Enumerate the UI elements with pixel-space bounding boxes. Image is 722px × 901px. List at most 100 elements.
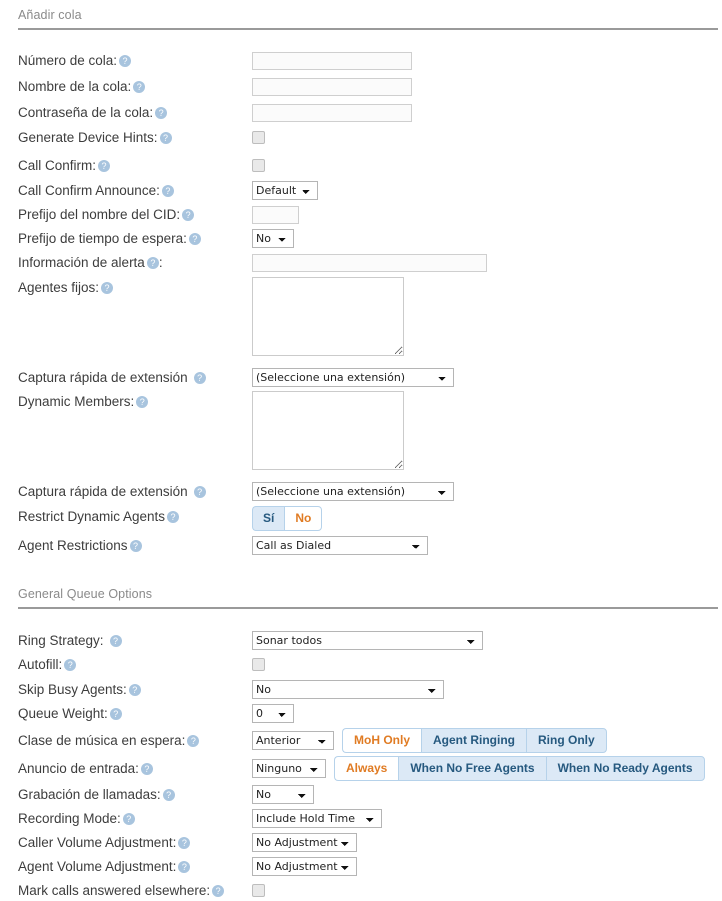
- row-queue-number: Número de cola:?: [0, 50, 722, 71]
- help-icon[interactable]: ?: [109, 635, 122, 647]
- field-music-on-hold: Anterior MoH Only Agent Ringing Ring Onl…: [252, 728, 722, 753]
- help-icon[interactable]: ?: [155, 107, 168, 119]
- help-icon[interactable]: ?: [188, 233, 201, 245]
- row-call-confirm: Call Confirm:?: [0, 155, 722, 176]
- help-icon[interactable]: ?: [101, 282, 114, 294]
- row-generate-device-hints: Generate Device Hints:?: [0, 127, 722, 148]
- help-icon[interactable]: ?: [178, 837, 191, 849]
- quick-pickup-1-select[interactable]: (Seleccione una extensión): [252, 368, 454, 387]
- label-restrict-dynamic-agents: Restrict Dynamic Agents?: [0, 506, 252, 527]
- help-icon[interactable]: ?: [159, 132, 172, 144]
- help-icon[interactable]: ?: [140, 763, 153, 775]
- label-queue-weight-text: Queue Weight:: [18, 706, 108, 721]
- join-announcement-mode-group: Always When No Free Agents When No Ready…: [334, 756, 705, 781]
- help-icon[interactable]: ?: [187, 735, 200, 747]
- row-wait-time-prefix: Prefijo de tiempo de espera:? No: [0, 228, 722, 249]
- label-alert-info: Información de alerta?:: [0, 252, 252, 273]
- wait-time-prefix-select[interactable]: No: [252, 229, 294, 248]
- queue-weight-select[interactable]: 0: [252, 704, 294, 723]
- queue-name-input[interactable]: [252, 77, 412, 96]
- music-on-hold-mode-group: MoH Only Agent Ringing Ring Only: [342, 728, 607, 753]
- join-announcement-option-when-no-free-agents[interactable]: When No Free Agents: [398, 756, 546, 781]
- field-queue-weight: 0: [252, 703, 722, 724]
- help-icon[interactable]: ?: [122, 813, 135, 825]
- help-icon[interactable]: ?: [133, 81, 146, 93]
- label-quick-pickup-2-text: Captura rápida de extensión: [18, 484, 188, 499]
- label-agent-restrictions-text: Agent Restrictions: [18, 538, 128, 553]
- autofill-checkbox[interactable]: [252, 658, 265, 671]
- label-autofill: Autofill:?: [0, 654, 252, 675]
- generate-device-hints-checkbox[interactable]: [252, 131, 265, 144]
- label-static-agents: Agentes fijos:?: [0, 277, 252, 298]
- field-join-announcement: Ninguno Always When No Free Agents When …: [252, 756, 722, 781]
- row-caller-volume: Caller Volume Adjustment:? No Adjustment: [0, 832, 722, 853]
- dynamic-members-textarea[interactable]: [252, 391, 404, 470]
- ring-strategy-select[interactable]: Sonar todos: [252, 631, 483, 650]
- help-icon[interactable]: ?: [193, 486, 206, 498]
- restrict-dynamic-agents-option-yes[interactable]: Sí: [252, 506, 285, 531]
- static-agents-textarea[interactable]: [252, 277, 404, 356]
- help-icon[interactable]: ?: [146, 257, 159, 269]
- label-caller-volume-text: Caller Volume Adjustment:: [18, 835, 177, 850]
- label-agent-volume-text: Agent Volume Adjustment:: [18, 859, 177, 874]
- label-recording-mode-text: Recording Mode:: [18, 811, 121, 826]
- row-quick-pickup-1: Captura rápida de extensión? (Seleccione…: [0, 367, 722, 388]
- help-icon[interactable]: ?: [64, 659, 77, 671]
- help-icon[interactable]: ?: [182, 209, 195, 221]
- moh-mode-option-moh-only[interactable]: MoH Only: [342, 728, 421, 753]
- field-call-confirm: [252, 155, 722, 176]
- help-icon[interactable]: ?: [167, 511, 180, 523]
- label-dynamic-members: Dynamic Members:?: [0, 391, 252, 412]
- label-mark-answered-elsewhere-text: Mark calls answered elsewhere:: [18, 883, 211, 898]
- call-confirm-announce-select[interactable]: Default: [252, 181, 318, 200]
- section-header-add-queue: Añadir cola: [0, 8, 722, 22]
- section-header-general-queue-options: General Queue Options: [0, 587, 722, 601]
- skip-busy-agents-select[interactable]: No: [252, 680, 444, 699]
- field-generate-device-hints: [252, 127, 722, 148]
- alert-info-input[interactable]: [252, 253, 487, 272]
- label-alert-info-suffix: :: [158, 255, 163, 270]
- quick-pickup-2-select[interactable]: (Seleccione una extensión): [252, 482, 454, 501]
- help-icon[interactable]: ?: [178, 861, 191, 873]
- cid-name-prefix-input[interactable]: [252, 205, 299, 224]
- label-join-announcement: Anuncio de entrada:?: [0, 756, 252, 781]
- help-icon[interactable]: ?: [109, 708, 122, 720]
- music-on-hold-class-select[interactable]: Anterior: [252, 731, 334, 750]
- help-icon[interactable]: ?: [193, 372, 206, 384]
- row-recording-mode: Recording Mode:? Include Hold Time: [0, 808, 722, 829]
- help-icon[interactable]: ?: [136, 396, 149, 408]
- join-announcement-select[interactable]: Ninguno: [252, 759, 326, 778]
- help-icon[interactable]: ?: [128, 684, 141, 696]
- help-icon[interactable]: ?: [212, 885, 225, 897]
- help-icon[interactable]: ?: [129, 540, 142, 552]
- help-icon[interactable]: ?: [162, 789, 175, 801]
- label-queue-password: Contraseña de la cola:?: [0, 102, 252, 123]
- help-icon[interactable]: ?: [119, 55, 132, 67]
- caller-volume-adjustment-select[interactable]: No Adjustment: [252, 833, 357, 852]
- queue-number-input[interactable]: [252, 51, 412, 70]
- help-icon[interactable]: ?: [98, 160, 111, 172]
- restrict-dynamic-agents-option-no[interactable]: No: [284, 506, 323, 531]
- join-announcement-option-when-no-ready-agents[interactable]: When No Ready Agents: [545, 756, 705, 781]
- call-confirm-checkbox[interactable]: [252, 159, 265, 172]
- label-quick-pickup-1: Captura rápida de extensión?: [0, 367, 252, 388]
- field-call-confirm-announce: Default: [252, 180, 722, 201]
- moh-mode-option-agent-ringing[interactable]: Agent Ringing: [421, 728, 526, 753]
- label-ring-strategy: Ring Strategy:?: [0, 630, 252, 651]
- label-cid-name-prefix-text: Prefijo del nombre del CID:: [18, 207, 181, 222]
- label-static-agents-text: Agentes fijos:: [18, 280, 100, 295]
- recording-mode-select[interactable]: Include Hold Time: [252, 809, 382, 828]
- field-queue-number: [252, 50, 722, 71]
- help-icon[interactable]: ?: [161, 185, 174, 197]
- call-recording-select[interactable]: No: [252, 785, 314, 804]
- join-announcement-option-always[interactable]: Always: [334, 756, 399, 781]
- moh-mode-option-ring-only[interactable]: Ring Only: [525, 728, 607, 753]
- mark-answered-elsewhere-checkbox[interactable]: [252, 884, 265, 897]
- label-skip-busy-agents: Skip Busy Agents:?: [0, 679, 252, 700]
- row-queue-password: Contraseña de la cola:?: [0, 102, 722, 123]
- agent-restrictions-select[interactable]: Call as Dialed: [252, 536, 428, 555]
- agent-volume-adjustment-select[interactable]: No Adjustment: [252, 857, 357, 876]
- row-join-announcement: Anuncio de entrada:? Ninguno Always When…: [0, 756, 722, 781]
- queue-password-input[interactable]: [252, 103, 412, 122]
- row-dynamic-members: Dynamic Members:?: [0, 391, 722, 470]
